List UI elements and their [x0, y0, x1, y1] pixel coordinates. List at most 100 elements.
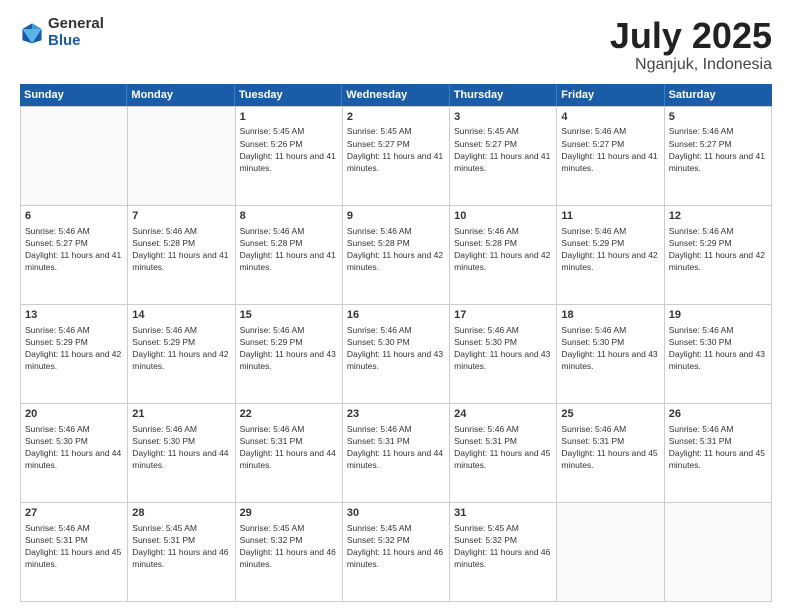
- day-cell-11: 11 Sunrise: 5:46 AMSunset: 5:29 PMDaylig…: [557, 206, 664, 304]
- day-cell-24: 24 Sunrise: 5:46 AMSunset: 5:31 PMDaylig…: [450, 404, 557, 502]
- day-info: Sunrise: 5:45 AMSunset: 5:27 PMDaylight:…: [347, 126, 443, 172]
- day-cell-30: 30 Sunrise: 5:45 AMSunset: 5:32 PMDaylig…: [343, 503, 450, 601]
- day-cell-8: 8 Sunrise: 5:46 AMSunset: 5:28 PMDayligh…: [236, 206, 343, 304]
- day-cell-17: 17 Sunrise: 5:46 AMSunset: 5:30 PMDaylig…: [450, 305, 557, 403]
- location-title: Nganjuk, Indonesia: [610, 56, 772, 74]
- day-number: 21: [132, 407, 230, 422]
- day-number: 3: [454, 110, 552, 125]
- day-cell-2: 2 Sunrise: 5:45 AMSunset: 5:27 PMDayligh…: [343, 107, 450, 205]
- week-row-4: 20 Sunrise: 5:46 AMSunset: 5:30 PMDaylig…: [21, 404, 772, 503]
- day-info: Sunrise: 5:46 AMSunset: 5:31 PMDaylight:…: [240, 424, 336, 470]
- day-number: 28: [132, 506, 230, 521]
- day-info: Sunrise: 5:46 AMSunset: 5:29 PMDaylight:…: [240, 325, 336, 371]
- weekday-header-tuesday: Tuesday: [235, 84, 342, 106]
- day-cell-9: 9 Sunrise: 5:46 AMSunset: 5:28 PMDayligh…: [343, 206, 450, 304]
- day-cell-14: 14 Sunrise: 5:46 AMSunset: 5:29 PMDaylig…: [128, 305, 235, 403]
- day-cell-25: 25 Sunrise: 5:46 AMSunset: 5:31 PMDaylig…: [557, 404, 664, 502]
- weekday-header-wednesday: Wednesday: [342, 84, 449, 106]
- logo-text: General Blue: [48, 16, 104, 49]
- day-info: Sunrise: 5:46 AMSunset: 5:30 PMDaylight:…: [132, 424, 228, 470]
- day-cell-5: 5 Sunrise: 5:46 AMSunset: 5:27 PMDayligh…: [665, 107, 772, 205]
- logo-icon: [20, 21, 44, 45]
- day-cell-20: 20 Sunrise: 5:46 AMSunset: 5:30 PMDaylig…: [21, 404, 128, 502]
- day-cell-1: 1 Sunrise: 5:45 AMSunset: 5:26 PMDayligh…: [236, 107, 343, 205]
- day-number: 30: [347, 506, 445, 521]
- day-number: 23: [347, 407, 445, 422]
- day-number: 13: [25, 308, 123, 323]
- day-cell-26: 26 Sunrise: 5:46 AMSunset: 5:31 PMDaylig…: [665, 404, 772, 502]
- day-info: Sunrise: 5:45 AMSunset: 5:32 PMDaylight:…: [347, 523, 443, 569]
- day-cell-6: 6 Sunrise: 5:46 AMSunset: 5:27 PMDayligh…: [21, 206, 128, 304]
- day-cell-21: 21 Sunrise: 5:46 AMSunset: 5:30 PMDaylig…: [128, 404, 235, 502]
- calendar-body: 1 Sunrise: 5:45 AMSunset: 5:26 PMDayligh…: [20, 106, 772, 602]
- day-number: 12: [669, 209, 767, 224]
- day-number: 8: [240, 209, 338, 224]
- day-info: Sunrise: 5:46 AMSunset: 5:30 PMDaylight:…: [25, 424, 121, 470]
- day-number: 26: [669, 407, 767, 422]
- week-row-1: 1 Sunrise: 5:45 AMSunset: 5:26 PMDayligh…: [21, 107, 772, 206]
- day-cell-3: 3 Sunrise: 5:45 AMSunset: 5:27 PMDayligh…: [450, 107, 557, 205]
- day-cell-16: 16 Sunrise: 5:46 AMSunset: 5:30 PMDaylig…: [343, 305, 450, 403]
- day-number: 25: [561, 407, 659, 422]
- day-number: 27: [25, 506, 123, 521]
- day-info: Sunrise: 5:46 AMSunset: 5:28 PMDaylight:…: [454, 226, 550, 272]
- day-cell-27: 27 Sunrise: 5:46 AMSunset: 5:31 PMDaylig…: [21, 503, 128, 601]
- day-number: 1: [240, 110, 338, 125]
- day-info: Sunrise: 5:46 AMSunset: 5:27 PMDaylight:…: [25, 226, 121, 272]
- week-row-5: 27 Sunrise: 5:46 AMSunset: 5:31 PMDaylig…: [21, 503, 772, 602]
- day-number: 19: [669, 308, 767, 323]
- empty-cell: [21, 107, 128, 205]
- calendar-header: SundayMondayTuesdayWednesdayThursdayFrid…: [20, 84, 772, 106]
- day-info: Sunrise: 5:46 AMSunset: 5:27 PMDaylight:…: [669, 126, 765, 172]
- day-cell-23: 23 Sunrise: 5:46 AMSunset: 5:31 PMDaylig…: [343, 404, 450, 502]
- day-number: 22: [240, 407, 338, 422]
- weekday-header-friday: Friday: [557, 84, 664, 106]
- day-cell-29: 29 Sunrise: 5:45 AMSunset: 5:32 PMDaylig…: [236, 503, 343, 601]
- day-info: Sunrise: 5:46 AMSunset: 5:29 PMDaylight:…: [25, 325, 121, 371]
- day-info: Sunrise: 5:45 AMSunset: 5:26 PMDaylight:…: [240, 126, 336, 172]
- day-info: Sunrise: 5:46 AMSunset: 5:28 PMDaylight:…: [347, 226, 443, 272]
- day-cell-15: 15 Sunrise: 5:46 AMSunset: 5:29 PMDaylig…: [236, 305, 343, 403]
- day-cell-4: 4 Sunrise: 5:46 AMSunset: 5:27 PMDayligh…: [557, 107, 664, 205]
- day-number: 4: [561, 110, 659, 125]
- month-title: July 2025: [610, 16, 772, 56]
- day-number: 20: [25, 407, 123, 422]
- day-cell-28: 28 Sunrise: 5:45 AMSunset: 5:31 PMDaylig…: [128, 503, 235, 601]
- weekday-header-saturday: Saturday: [665, 84, 772, 106]
- day-info: Sunrise: 5:46 AMSunset: 5:31 PMDaylight:…: [561, 424, 657, 470]
- page: General Blue July 2025 Nganjuk, Indonesi…: [0, 0, 792, 612]
- day-number: 10: [454, 209, 552, 224]
- logo: General Blue: [20, 16, 104, 49]
- logo-general-label: General: [48, 16, 104, 33]
- weekday-header-sunday: Sunday: [20, 84, 127, 106]
- weekday-header-thursday: Thursday: [450, 84, 557, 106]
- day-info: Sunrise: 5:46 AMSunset: 5:30 PMDaylight:…: [347, 325, 443, 371]
- logo-blue-label: Blue: [48, 33, 104, 50]
- day-number: 29: [240, 506, 338, 521]
- day-number: 6: [25, 209, 123, 224]
- day-number: 17: [454, 308, 552, 323]
- day-cell-10: 10 Sunrise: 5:46 AMSunset: 5:28 PMDaylig…: [450, 206, 557, 304]
- day-cell-13: 13 Sunrise: 5:46 AMSunset: 5:29 PMDaylig…: [21, 305, 128, 403]
- day-info: Sunrise: 5:46 AMSunset: 5:31 PMDaylight:…: [454, 424, 550, 470]
- day-info: Sunrise: 5:45 AMSunset: 5:31 PMDaylight:…: [132, 523, 228, 569]
- day-number: 18: [561, 308, 659, 323]
- day-cell-18: 18 Sunrise: 5:46 AMSunset: 5:30 PMDaylig…: [557, 305, 664, 403]
- day-number: 9: [347, 209, 445, 224]
- day-info: Sunrise: 5:46 AMSunset: 5:28 PMDaylight:…: [240, 226, 336, 272]
- day-number: 31: [454, 506, 552, 521]
- day-cell-12: 12 Sunrise: 5:46 AMSunset: 5:29 PMDaylig…: [665, 206, 772, 304]
- day-info: Sunrise: 5:46 AMSunset: 5:29 PMDaylight:…: [132, 325, 228, 371]
- day-info: Sunrise: 5:46 AMSunset: 5:31 PMDaylight:…: [669, 424, 765, 470]
- day-cell-31: 31 Sunrise: 5:45 AMSunset: 5:32 PMDaylig…: [450, 503, 557, 601]
- day-number: 7: [132, 209, 230, 224]
- day-info: Sunrise: 5:45 AMSunset: 5:27 PMDaylight:…: [454, 126, 550, 172]
- empty-cell: [557, 503, 664, 601]
- day-info: Sunrise: 5:46 AMSunset: 5:30 PMDaylight:…: [454, 325, 550, 371]
- week-row-3: 13 Sunrise: 5:46 AMSunset: 5:29 PMDaylig…: [21, 305, 772, 404]
- header: General Blue July 2025 Nganjuk, Indonesi…: [20, 16, 772, 74]
- weekday-header-monday: Monday: [127, 84, 234, 106]
- day-number: 15: [240, 308, 338, 323]
- day-number: 2: [347, 110, 445, 125]
- day-info: Sunrise: 5:45 AMSunset: 5:32 PMDaylight:…: [240, 523, 336, 569]
